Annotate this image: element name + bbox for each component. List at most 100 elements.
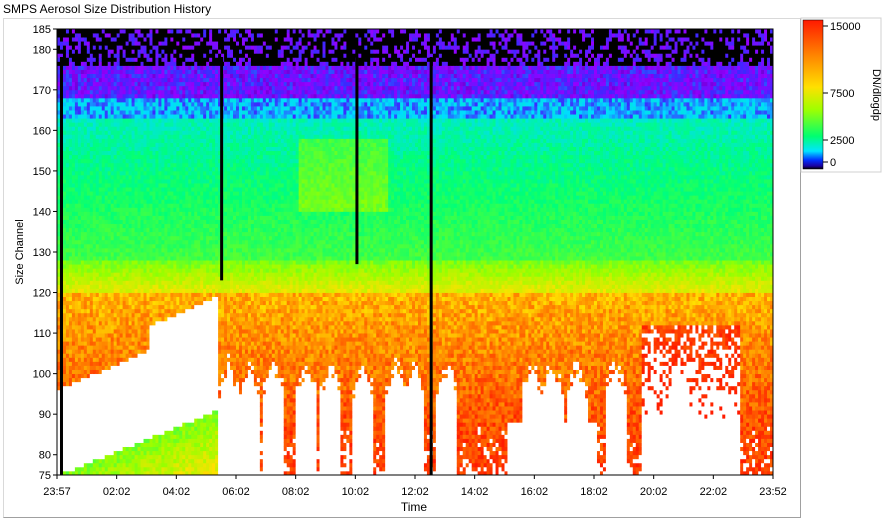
heatmap-cell [77, 349, 82, 354]
heatmap-cell [57, 260, 61, 265]
heatmap-cell [62, 353, 67, 358]
heatmap-cell [140, 369, 144, 375]
heatmap-cell [71, 272, 76, 277]
heatmap-cell [113, 426, 118, 431]
heatmap-cell [71, 191, 76, 196]
heatmap-cell [131, 57, 135, 62]
heatmap-cell [185, 33, 189, 38]
heatmap-cell [140, 422, 144, 427]
heatmap-cell [185, 316, 189, 322]
heatmap-cell [137, 280, 141, 285]
heatmap-cell [125, 264, 129, 269]
heatmap-cell [179, 85, 183, 91]
heatmap-cell [149, 53, 153, 58]
heatmap-cell [89, 466, 94, 472]
heatmap-cell [179, 231, 183, 237]
heatmap-cell [80, 57, 85, 62]
heatmap-cell [113, 316, 118, 322]
heatmap-cell [110, 114, 115, 119]
heatmap-cell [158, 203, 162, 208]
heatmap-cell [89, 333, 94, 338]
heatmap-cell [167, 85, 171, 91]
heatmap-cell [71, 349, 76, 354]
heatmap-cell [119, 466, 124, 472]
heatmap-cell [137, 174, 141, 180]
heatmap-cell [161, 154, 165, 160]
heatmap-cell [125, 341, 129, 346]
heatmap-cell [113, 174, 118, 180]
heatmap-cell [74, 85, 79, 91]
heatmap-cell [104, 150, 109, 156]
heatmap-cell [104, 397, 109, 403]
heatmap-cell [116, 422, 121, 427]
heatmap-cell [173, 183, 177, 188]
heatmap-cell [62, 402, 67, 407]
heatmap-cell [137, 264, 141, 269]
heatmap-cell [57, 324, 61, 330]
heatmap-cell [122, 29, 127, 34]
heatmap-cell [188, 304, 192, 310]
heatmap-cell [152, 292, 156, 297]
heatmap-cell [182, 199, 186, 204]
heatmap-cell [65, 466, 70, 472]
heatmap-cell [89, 219, 94, 225]
heatmap-cell [164, 53, 168, 58]
heatmap-cell [167, 57, 171, 62]
heatmap-cell [149, 414, 153, 419]
heatmap-cell [98, 349, 103, 354]
heatmap-cell [122, 97, 127, 103]
heatmap-cell [164, 85, 168, 91]
heatmap-cell [161, 252, 165, 257]
heatmap-cell [119, 118, 124, 123]
heatmap-cell [185, 235, 189, 241]
heatmap-cell [182, 61, 186, 66]
heatmap-cell [89, 406, 94, 411]
heatmap-cell [134, 268, 138, 273]
heatmap-cell [185, 264, 189, 269]
heatmap-cell [57, 142, 61, 147]
heatmap-cell [155, 333, 159, 338]
heatmap-cell [77, 430, 82, 435]
heatmap-cell [161, 345, 165, 350]
heatmap-cell [74, 215, 79, 220]
heatmap-cell [107, 389, 112, 395]
heatmap-cell [80, 454, 85, 460]
heatmap-cell [182, 426, 186, 431]
heatmap-cell [113, 199, 118, 204]
heatmap-cell [188, 341, 192, 346]
heatmap-cell [128, 134, 132, 139]
heatmap-cell [83, 389, 88, 395]
heatmap-cell [77, 97, 82, 103]
heatmap-cell [68, 162, 73, 168]
heatmap-cell [164, 154, 168, 160]
heatmap-cell [170, 288, 174, 293]
heatmap-cell [107, 77, 112, 83]
heatmap-cell [65, 154, 70, 160]
heatmap-cell [68, 97, 73, 103]
heatmap-cell [149, 406, 153, 411]
heatmap-cell [74, 170, 79, 176]
heatmap-cell [152, 126, 156, 131]
heatmap-cell [65, 53, 70, 58]
heatmap-cell [137, 101, 141, 107]
heatmap-cell [74, 154, 79, 160]
heatmap-cell [77, 462, 82, 468]
heatmap-cell [188, 81, 192, 87]
heatmap-cell [152, 106, 156, 111]
heatmap-cell [191, 320, 195, 326]
heatmap-cell [128, 174, 132, 180]
heatmap-cell [155, 89, 159, 95]
heatmap-cell [113, 37, 118, 42]
heatmap-cell [125, 97, 129, 103]
heatmap-cell [155, 280, 159, 285]
heatmap-cell [170, 324, 174, 330]
heatmap-cell [86, 385, 91, 391]
heatmap-cell [143, 337, 147, 342]
heatmap-cell [140, 414, 144, 419]
heatmap-cell [170, 199, 174, 204]
heatmap-cell [92, 442, 97, 448]
heatmap-cell [188, 389, 192, 395]
heatmap-cell [80, 146, 85, 152]
heatmap-cell [173, 422, 177, 427]
heatmap-cell [107, 292, 112, 297]
